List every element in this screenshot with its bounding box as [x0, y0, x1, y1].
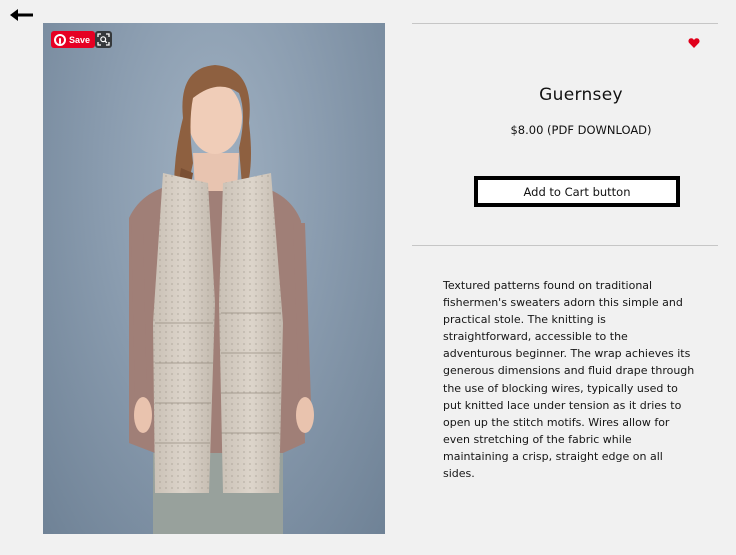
heart-icon[interactable] [688, 37, 700, 49]
product-description: Textured patterns found on traditional f… [443, 279, 695, 481]
arrow-left-icon [10, 9, 33, 21]
pinterest-save-button[interactable]: Save [51, 31, 96, 48]
pinterest-icon [54, 33, 66, 46]
product-price: $8.00 (PDF DOWNLOAD) [510, 123, 652, 137]
product-image: Save [43, 23, 385, 534]
product-photo [129, 65, 314, 534]
visual-search-button[interactable] [95, 31, 112, 48]
back-button[interactable] [9, 6, 35, 24]
middle-divider [412, 245, 718, 246]
product-title: Guernsey [539, 85, 623, 105]
add-to-cart-button[interactable]: Add to Cart button [474, 176, 680, 207]
visual-search-icon [97, 33, 110, 46]
pinterest-save-label: Save [69, 34, 91, 45]
top-divider [412, 23, 718, 24]
